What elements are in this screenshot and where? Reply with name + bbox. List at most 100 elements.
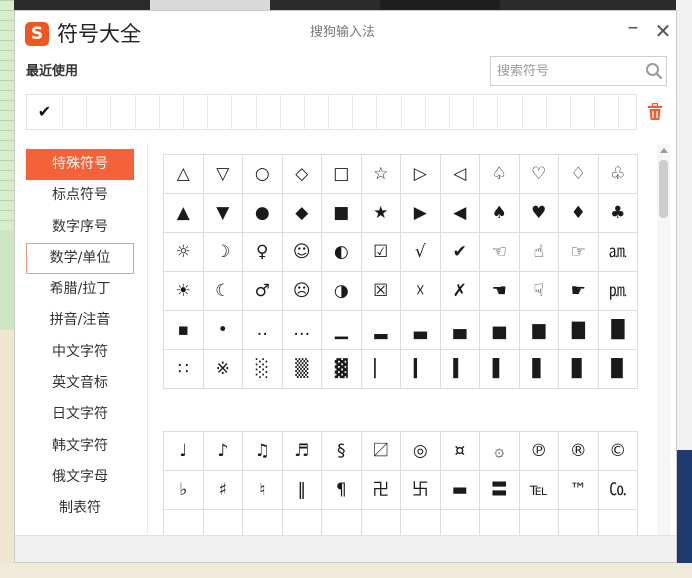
symbol-cell[interactable]: ®: [559, 432, 599, 471]
symbol-cell[interactable]: ☜: [480, 233, 520, 272]
symbol-cell[interactable]: ☒: [361, 272, 401, 311]
symbol-cell[interactable]: 卐: [401, 471, 441, 510]
symbol-cell[interactable]: ℗: [519, 432, 559, 471]
category-item[interactable]: 日文字符: [26, 399, 134, 430]
recent-symbol-cell[interactable]: [257, 95, 281, 129]
scroll-thumb[interactable]: [659, 160, 668, 218]
symbol-cell[interactable]: ☺: [282, 233, 322, 272]
symbol-cell[interactable]: ♩: [164, 432, 204, 471]
category-item[interactable]: 数学/单位: [26, 242, 134, 275]
symbol-cell[interactable]: ♢: [559, 155, 599, 194]
recent-symbol-cell[interactable]: [136, 95, 160, 129]
category-item[interactable]: 制表符: [26, 493, 134, 524]
symbol-cell[interactable]: ▃: [401, 311, 441, 350]
symbol-cell[interactable]: ☀: [164, 272, 204, 311]
symbol-cell[interactable]: ▆: [519, 311, 559, 350]
symbol-cell[interactable]: ☹: [282, 272, 322, 311]
symbol-cell[interactable]: ♠: [480, 194, 520, 233]
symbol-cell[interactable]: ▊: [559, 350, 599, 389]
symbol-cell[interactable]: ▪: [164, 311, 204, 350]
recent-symbol-cell[interactable]: [160, 95, 184, 129]
recent-symbol-cell[interactable]: [402, 95, 426, 129]
category-item[interactable]: 数字序号: [26, 212, 134, 243]
recent-symbol-cell[interactable]: [377, 95, 402, 129]
symbol-cell[interactable]: ☞: [559, 233, 599, 272]
symbol-cell[interactable]: ◀: [440, 194, 480, 233]
symbol-cell[interactable]: ‥: [243, 311, 283, 350]
recent-symbol-cell[interactable]: [281, 95, 305, 129]
symbol-cell[interactable]: ™: [559, 471, 599, 510]
symbol-cell[interactable]: ▎: [401, 350, 441, 389]
symbol-cell[interactable]: ‖: [282, 471, 322, 510]
symbol-cell[interactable]: ☚: [480, 272, 520, 311]
symbol-cell[interactable]: △: [164, 155, 204, 194]
symbol-cell[interactable]: ♪: [203, 432, 243, 471]
recent-symbol-cell[interactable]: [450, 95, 475, 129]
symbol-cell[interactable]: ☾: [203, 272, 243, 311]
category-item[interactable]: 韩文字符: [26, 431, 134, 462]
symbol-cell[interactable]: ∷: [164, 350, 204, 389]
recent-symbol-cell[interactable]: [305, 95, 330, 129]
symbol-cell[interactable]: ※: [203, 350, 243, 389]
symbol-cell[interactable]: □: [322, 155, 362, 194]
title-bar[interactable]: S 符号大全 搜狗输入法 – ✕: [15, 11, 676, 55]
symbol-cell[interactable]: ●: [243, 194, 283, 233]
category-item[interactable]: 中文字符: [26, 337, 134, 368]
symbol-cell[interactable]: ▌: [480, 350, 520, 389]
symbol-cell[interactable]: ☼: [164, 233, 204, 272]
symbol-cell[interactable]: …: [282, 311, 322, 350]
symbol-cell[interactable]: ▽: [203, 155, 243, 194]
recent-symbol-cell[interactable]: [474, 95, 499, 129]
symbol-cell[interactable]: ▒: [282, 350, 322, 389]
symbol-cell[interactable]: ¤: [440, 432, 480, 471]
recent-symbol-cell[interactable]: [523, 95, 547, 129]
symbol-cell[interactable]: ☝: [519, 233, 559, 272]
recent-symbol-cell[interactable]: [595, 95, 620, 129]
category-item[interactable]: 希腊/拉丁: [26, 274, 134, 305]
symbol-cell[interactable]: ♭: [164, 471, 204, 510]
symbol-cell[interactable]: •: [203, 311, 243, 350]
symbol-cell[interactable]: ☟: [519, 272, 559, 311]
symbol-cell[interactable]: ✗: [440, 272, 480, 311]
recent-symbol-cell[interactable]: ✔: [27, 95, 63, 129]
symbol-cell[interactable]: ▅: [480, 311, 520, 350]
symbol-cell[interactable]: ◑: [322, 272, 362, 311]
recent-symbol-cell[interactable]: [353, 95, 378, 129]
symbol-cell[interactable]: ©: [598, 432, 638, 471]
symbol-cell[interactable]: 〼: [361, 432, 401, 471]
symbol-cell[interactable]: ◁: [440, 155, 480, 194]
trash-icon[interactable]: [647, 103, 663, 121]
recent-symbol-cell[interactable]: [87, 95, 112, 129]
category-item[interactable]: 标点符号: [26, 180, 134, 211]
symbol-cell[interactable]: ♧: [598, 155, 638, 194]
symbol-cell[interactable]: ♮: [243, 471, 283, 510]
symbol-cell[interactable]: ▼: [203, 194, 243, 233]
symbol-cell[interactable]: ¶: [322, 471, 362, 510]
symbol-cell[interactable]: ▋: [519, 350, 559, 389]
symbol-cell[interactable]: ◆: [282, 194, 322, 233]
symbol-cell[interactable]: ♂: [243, 272, 283, 311]
recent-symbol-cell[interactable]: [111, 95, 136, 129]
symbol-cell[interactable]: ♀: [243, 233, 283, 272]
symbol-cell[interactable]: ◎: [401, 432, 441, 471]
symbol-cell[interactable]: ♣: [598, 194, 638, 233]
symbol-cell[interactable]: ✔: [440, 233, 480, 272]
symbol-cell[interactable]: █: [598, 311, 638, 350]
recent-symbol-cell[interactable]: [571, 95, 596, 129]
symbol-cell[interactable]: ▶: [401, 194, 441, 233]
recent-symbol-cell[interactable]: [329, 95, 354, 129]
symbol-cell[interactable]: ▷: [401, 155, 441, 194]
symbol-cell[interactable]: ▬: [440, 471, 480, 510]
symbol-cell[interactable]: ★: [361, 194, 401, 233]
category-item[interactable]: 英文音标: [26, 368, 134, 399]
recent-symbol-cell[interactable]: [208, 95, 233, 129]
symbol-cell[interactable]: ☆: [361, 155, 401, 194]
symbol-cell[interactable]: ▍: [440, 350, 480, 389]
symbol-cell[interactable]: ♫: [243, 432, 283, 471]
symbol-cell[interactable]: ░: [243, 350, 283, 389]
symbol-cell[interactable]: ♡: [519, 155, 559, 194]
symbol-cell[interactable]: ㏂: [598, 233, 638, 272]
symbol-cell[interactable]: ◇: [282, 155, 322, 194]
symbol-cell[interactable]: ▁: [322, 311, 362, 350]
symbol-cell[interactable]: ▏: [361, 350, 401, 389]
